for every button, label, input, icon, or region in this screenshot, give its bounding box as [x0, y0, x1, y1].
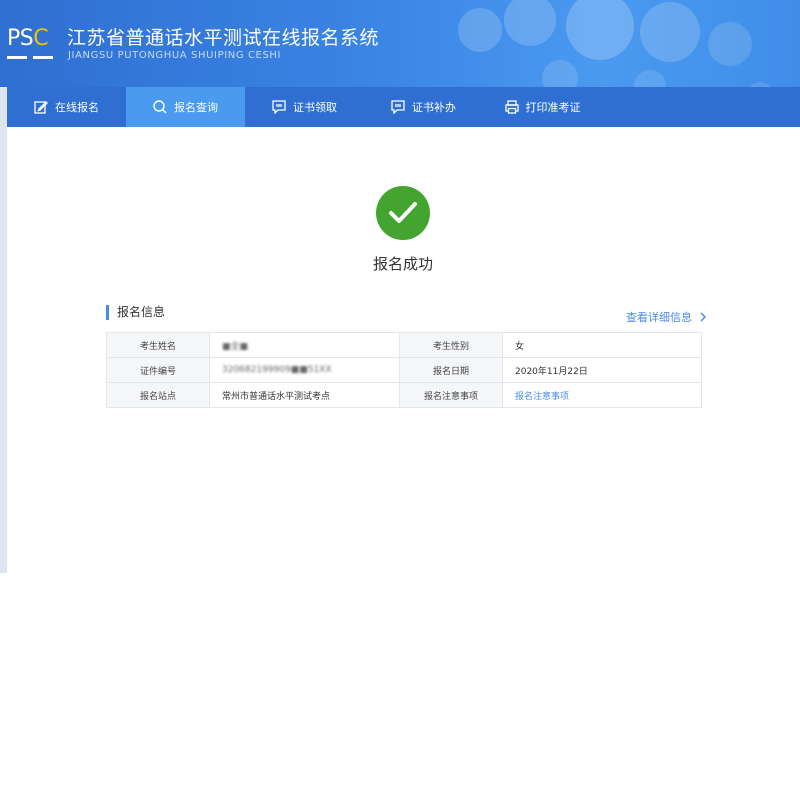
nav-item-print-admission-ticket[interactable]: 打印准考证: [483, 87, 602, 127]
message-icon: [391, 100, 405, 114]
psc-logo: PSC: [7, 26, 55, 62]
table-label: 报名站点: [106, 382, 210, 408]
site-subtitle: JIANGSU PUTONGHUA SHUIPING CESHI: [68, 50, 282, 61]
table-label: 证件编号: [106, 357, 210, 383]
nav-item-certificate-reissue[interactable]: 证书补办: [364, 87, 483, 127]
registration-notes-link[interactable]: 报名注意事项: [515, 392, 569, 402]
check-icon: [389, 202, 417, 223]
world-map-decoration: [458, 0, 771, 87]
table-label: 报名注意事项: [399, 382, 503, 408]
view-details-link[interactable]: 查看详细信息: [626, 309, 706, 325]
table-label: 考生性别: [399, 332, 503, 358]
registration-site-value: 常州市普通话水平测试考点: [209, 382, 400, 408]
chevron-right-icon: [700, 312, 706, 322]
table-row: 考生姓名 ■全■ 考生性别 女: [106, 332, 702, 358]
search-icon: [153, 100, 167, 114]
nav-item-online-registration[interactable]: 在线报名: [7, 87, 126, 127]
left-border-strip: [0, 87, 7, 573]
page-header: PSC 江苏省普通话水平测试在线报名系统 JIANGSU PUTONGHUA S…: [0, 0, 800, 87]
success-badge: [376, 186, 430, 240]
registration-date-value: 2020年11月22日: [502, 357, 702, 383]
table-row: 证件编号 320682199909■■51XX 报名日期 2020年11月22日: [106, 357, 702, 383]
main-nav: 在线报名 报名查询 证书领取 证书补办 打印准考证: [7, 87, 800, 127]
registration-info-table: 考生姓名 ■全■ 考生性别 女 证件编号 320682199909■■51XX …: [106, 332, 702, 408]
table-label: 考生姓名: [106, 332, 210, 358]
edit-icon: [34, 101, 48, 114]
section-title: 报名信息: [106, 305, 165, 320]
printer-icon: [504, 100, 519, 114]
candidate-name-value: ■全■: [209, 332, 400, 358]
nav-item-certificate-collection[interactable]: 证书领取: [245, 87, 364, 127]
site-title: 江苏省普通话水平测试在线报名系统: [67, 27, 380, 49]
table-label: 报名日期: [399, 357, 503, 383]
registration-notes-cell: 报名注意事项: [502, 382, 702, 408]
id-number-value: 320682199909■■51XX: [209, 357, 400, 383]
table-row: 报名站点 常州市普通话水平测试考点 报名注意事项 报名注意事项: [106, 382, 702, 408]
success-message: 报名成功: [372, 255, 433, 273]
nav-item-registration-query[interactable]: 报名查询: [126, 87, 245, 127]
candidate-gender-value: 女: [502, 332, 702, 358]
message-icon: [272, 100, 286, 114]
